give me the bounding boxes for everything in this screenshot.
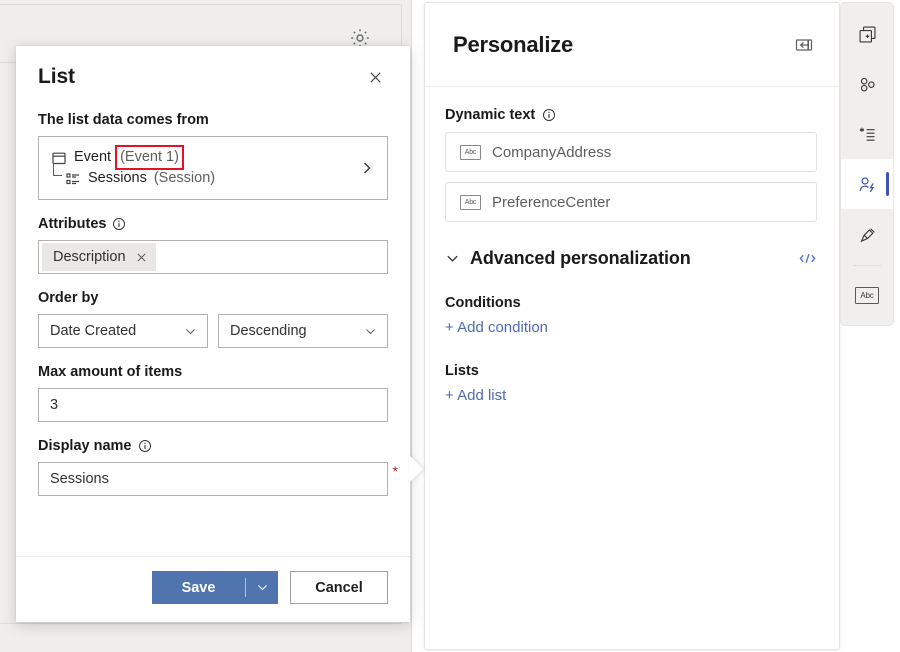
lists-label: Lists [445, 363, 817, 379]
close-icon[interactable] [362, 64, 388, 90]
order-by-direction-select[interactable]: Descending [218, 314, 388, 348]
list-dialog-footer: Save Cancel [16, 556, 410, 622]
max-items-value: 3 [50, 397, 58, 413]
dynamic-text-label-text: Dynamic text [445, 107, 535, 123]
abc-icon: Abc [460, 195, 481, 210]
advanced-personalization-header-left: Advanced personalization [445, 248, 691, 269]
dialog-callout-beak [409, 455, 423, 483]
data-source-parent-qualifier: (Event 1) [118, 148, 181, 167]
conditions-label: Conditions [445, 295, 817, 311]
list-dialog-header: List [16, 46, 410, 94]
personalize-panel-body: Dynamic text Abc CompanyAddress Abc Pref… [425, 87, 839, 405]
dynamic-text-item-label: CompanyAddress [492, 144, 611, 161]
attribute-tag-label: Description [53, 249, 126, 265]
data-source-picker[interactable]: Event (Event 1) Sessions (Session) [38, 136, 388, 200]
order-by-field-value: Date Created [50, 323, 136, 339]
attribute-tag[interactable]: Description [42, 243, 156, 271]
source-section-label-text: The list data comes from [38, 110, 209, 130]
list-dialog: List The list data comes from Eve [16, 46, 410, 622]
advanced-personalization-header[interactable]: Advanced personalization [445, 248, 817, 269]
chevron-down-icon[interactable] [445, 251, 460, 266]
favorite-list-icon[interactable] [841, 109, 893, 159]
rail-divider [853, 265, 881, 266]
layout-blocks-icon[interactable] [841, 59, 893, 109]
editor-tool-rail: Abc [840, 2, 894, 326]
data-source-rows: Event (Event 1) Sessions (Session) [51, 148, 359, 188]
attributes-label: Attributes [38, 214, 388, 234]
max-items-label: Max amount of items [38, 362, 388, 382]
order-by-row: Date Created Descending [38, 314, 388, 348]
page-title: Personalize [453, 32, 573, 58]
data-source-parent-row: Event (Event 1) [51, 148, 359, 167]
personalize-panel-header: Personalize [425, 3, 839, 87]
add-element-icon[interactable] [841, 9, 893, 59]
list-icon [65, 171, 81, 187]
list-dialog-title: List [38, 64, 75, 90]
add-list-link[interactable]: + Add list [445, 387, 506, 404]
info-icon[interactable] [542, 108, 556, 122]
max-items-label-text: Max amount of items [38, 362, 182, 382]
chevron-down-icon [364, 325, 377, 338]
text-abc-icon-label: Abc [855, 287, 879, 304]
abc-icon: Abc [460, 145, 481, 160]
attributes-label-text: Attributes [38, 214, 106, 234]
dynamic-text-item-label: PreferenceCenter [492, 194, 610, 211]
data-source-child-row: Sessions (Session) [51, 169, 359, 188]
display-name-value: Sessions [50, 471, 109, 487]
list-dialog-body: The list data comes from Event (Event 1) [16, 94, 410, 556]
order-by-field-select[interactable]: Date Created [38, 314, 208, 348]
attributes-tag-field[interactable]: Description [38, 240, 388, 274]
max-items-input[interactable]: 3 [38, 388, 388, 422]
chevron-down-icon[interactable] [246, 571, 278, 604]
close-icon[interactable] [136, 252, 147, 263]
dynamic-text-item-preference-center[interactable]: Abc PreferenceCenter [445, 182, 817, 222]
order-by-direction-value: Descending [230, 323, 307, 339]
cancel-button[interactable]: Cancel [290, 571, 388, 604]
source-section-label: The list data comes from [38, 110, 388, 130]
advanced-personalization-title: Advanced personalization [470, 248, 691, 269]
chevron-down-icon [184, 325, 197, 338]
display-name-label-text: Display name [38, 436, 132, 456]
info-icon[interactable] [112, 217, 126, 231]
order-by-label-text: Order by [38, 288, 98, 308]
data-source-child-qualifier: (Session) [154, 169, 215, 188]
data-source-child-name: Sessions [88, 169, 147, 188]
code-icon[interactable] [798, 249, 817, 268]
personalize-panel: Personalize Dynamic text Abc CompanyAddr… [424, 2, 840, 650]
dynamic-text-label: Dynamic text [445, 107, 817, 123]
add-condition-link[interactable]: + Add condition [445, 319, 548, 336]
tree-elbow-connector [53, 163, 62, 176]
dock-panel-icon[interactable] [793, 34, 815, 56]
dynamic-text-item-company-address[interactable]: Abc CompanyAddress [445, 132, 817, 172]
required-marker: * [393, 464, 398, 478]
display-name-field-wrapper: Sessions * [38, 462, 388, 496]
save-button-label: Save [152, 571, 245, 604]
display-name-label: Display name [38, 436, 388, 456]
text-abc-icon[interactable]: Abc [841, 270, 893, 320]
display-name-input[interactable]: Sessions [38, 462, 388, 496]
chevron-right-icon[interactable] [359, 160, 375, 176]
info-icon[interactable] [138, 439, 152, 453]
personalize-icon[interactable] [841, 159, 893, 209]
save-button[interactable]: Save [152, 571, 278, 604]
order-by-label: Order by [38, 288, 388, 308]
brush-styles-icon[interactable] [841, 209, 893, 259]
data-source-parent-name: Event [74, 148, 111, 167]
